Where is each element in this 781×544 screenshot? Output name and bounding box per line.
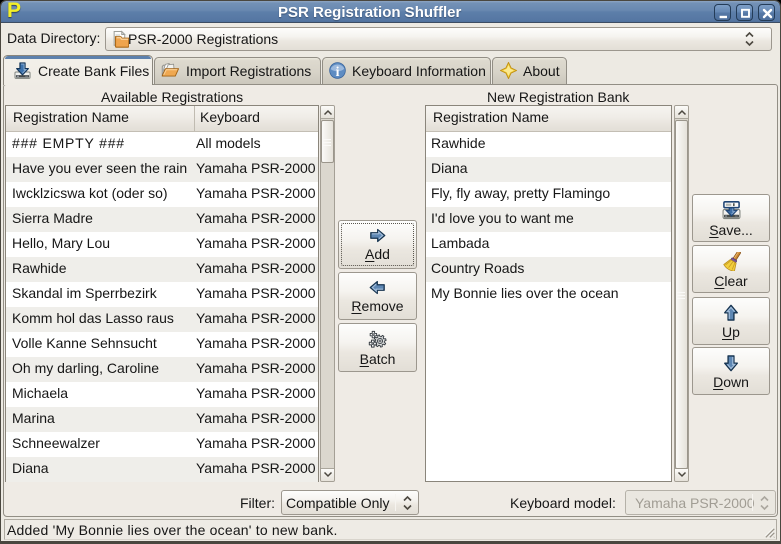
svg-text:i: i (336, 64, 340, 79)
